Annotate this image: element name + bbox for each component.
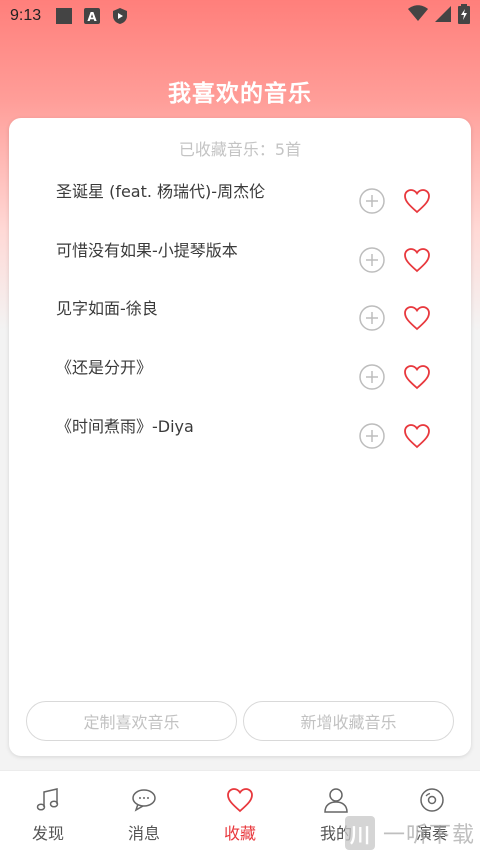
plus-circle-icon [359,423,385,449]
list-item[interactable]: 可惜没有如果-小提琴版本 [9,233,471,291]
favorites-card: 已收藏音乐：5首 圣诞星 (feat. 杨瑞代)-周杰伦 可惜没有如果-小提琴版… [9,118,471,756]
status-bar: 9:13 A [0,0,480,32]
svg-text:A: A [87,10,97,24]
song-title: 可惜没有如果-小提琴版本 [56,241,238,260]
chat-bubble-icon [130,786,158,814]
status-time: 9:13 [10,7,42,24]
heart-icon [404,248,430,273]
add-to-playlist-button[interactable] [359,423,385,449]
favorite-button[interactable] [402,304,432,332]
wifi-icon [408,5,428,27]
list-item[interactable]: 圣诞星 (feat. 杨瑞代)-周杰伦 [9,174,471,232]
favorite-button[interactable] [402,363,432,391]
plus-circle-icon [359,364,385,390]
battery-icon [458,4,470,28]
tab-discover[interactable]: 发现 [0,771,96,855]
shield-icon [111,7,129,25]
favorite-button[interactable] [402,187,432,215]
signal-icon [434,5,452,27]
tab-favorites[interactable]: 收藏 [192,771,288,855]
add-favorite-button[interactable]: 新增收藏音乐 [243,701,454,741]
heart-icon [404,189,430,214]
a-badge-icon: A [83,7,101,25]
watermark-text: 一听下载 [383,823,476,848]
music-note-icon [34,786,62,814]
song-title: 《还是分开》 [56,358,153,377]
heart-icon [404,306,430,331]
favorites-count: 已收藏音乐：5首 [178,140,302,159]
watermark: 川 一听下载 [345,815,475,851]
add-to-playlist-button[interactable] [359,305,385,331]
add-to-playlist-button[interactable] [359,247,385,273]
heart-icon [226,786,254,814]
song-title: 见字如面-徐良 [56,299,158,318]
tab-label: 收藏 [223,824,256,843]
disc-icon [418,786,446,814]
song-title: 《时间煮雨》-Diya [56,417,194,436]
watermark-logo: 川 [345,816,375,850]
heart-icon [404,365,430,390]
list-item[interactable]: 《时间煮雨》-Diya [9,409,471,467]
user-icon [322,786,350,814]
list-item[interactable]: 见字如面-徐良 [9,291,471,349]
tab-messages[interactable]: 消息 [96,771,192,855]
plus-circle-icon [359,305,385,331]
song-title: 圣诞星 (feat. 杨瑞代)-周杰伦 [56,182,266,201]
heart-icon [404,424,430,449]
favorite-button[interactable] [402,422,432,450]
customize-favorites-button[interactable]: 定制喜欢音乐 [26,701,237,741]
tab-label: 消息 [127,824,160,843]
page-title: 我喜欢的音乐 [168,81,312,107]
add-to-playlist-button[interactable] [359,188,385,214]
plus-circle-icon [359,188,385,214]
tab-label: 发现 [31,824,64,843]
square-icon [55,7,73,25]
plus-circle-icon [359,247,385,273]
list-item[interactable]: 《还是分开》 [9,350,471,408]
add-to-playlist-button[interactable] [359,364,385,390]
favorite-button[interactable] [402,246,432,274]
